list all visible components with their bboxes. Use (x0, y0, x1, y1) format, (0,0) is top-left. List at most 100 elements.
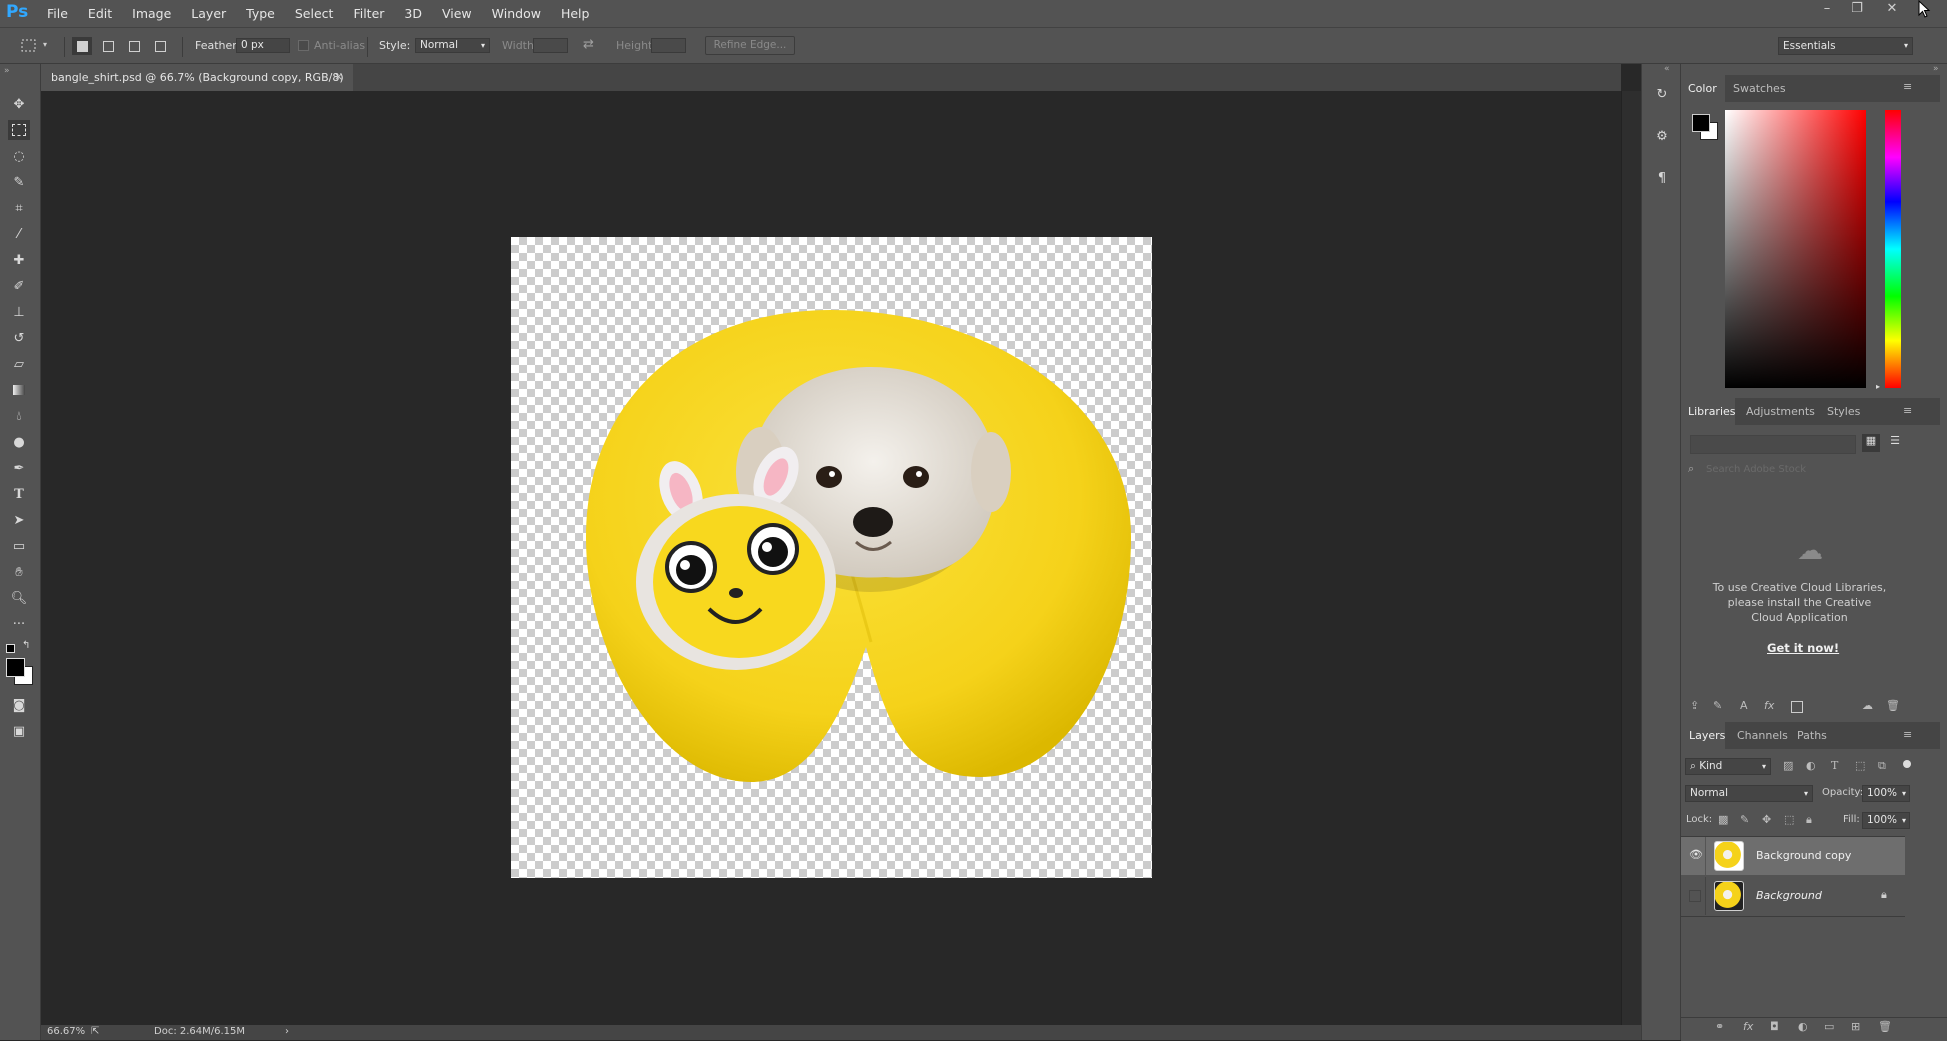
properties-panel-icon[interactable]: ⚙ (1653, 129, 1671, 147)
dodge-tool-icon[interactable]: ● (8, 432, 30, 452)
menu-view[interactable]: View (442, 6, 472, 21)
foreground-color-swatch[interactable] (6, 658, 25, 677)
color-foreground-swatch[interactable] (1692, 114, 1710, 132)
layer-row[interactable]: 👁︎ Background copy (1681, 837, 1905, 875)
menu-window[interactable]: Window (492, 6, 541, 21)
filter-type-icon[interactable]: T (1831, 759, 1838, 772)
stock-search-input[interactable]: Search Adobe Stock (1706, 464, 1806, 475)
export-icon[interactable]: ⇱ (91, 1026, 99, 1037)
feather-input[interactable]: 0 px (236, 38, 290, 53)
hue-slider[interactable] (1885, 110, 1901, 388)
filter-adjustment-icon[interactable]: ◐ (1806, 759, 1816, 772)
close-window-button[interactable]: ✕ (1878, 1, 1906, 19)
get-it-now-link[interactable]: Get it now! (1767, 641, 1839, 655)
layer-name[interactable]: Background (1756, 889, 1822, 902)
library-select[interactable] (1690, 435, 1856, 454)
blend-mode-select[interactable]: Normal ▾ (1685, 785, 1813, 802)
delete-layer-icon[interactable]: 🗑︎ (1878, 1020, 1892, 1033)
crop-tool-icon[interactable]: ⌗ (8, 198, 30, 218)
lock-image-pixels-icon[interactable]: ✎ (1740, 813, 1749, 826)
marquee-preset-icon[interactable] (20, 38, 38, 54)
add-to-selection-button[interactable] (98, 37, 118, 55)
panel-menu-icon[interactable]: ≡ (1903, 728, 1912, 741)
menu-select[interactable]: Select (295, 6, 334, 21)
lock-position-icon[interactable]: ✥ (1762, 813, 1771, 826)
history-panel-icon[interactable]: ↻ (1653, 87, 1671, 105)
chevron-down-icon[interactable]: ▾ (43, 40, 47, 49)
zoom-level[interactable]: 66.67% (47, 1026, 85, 1037)
menu-layer[interactable]: Layer (191, 6, 226, 21)
panel-menu-icon[interactable]: ≡ (1903, 80, 1912, 93)
upload-icon[interactable]: ⇪ (1690, 699, 1699, 712)
pen-tool-icon[interactable]: ✒ (8, 458, 30, 478)
healing-brush-tool-icon[interactable]: ✚ (8, 250, 30, 270)
tab-adjustments[interactable]: Adjustments (1746, 405, 1815, 418)
grid-view-icon[interactable]: ▦ (1862, 434, 1880, 452)
menu-help[interactable]: Help (561, 6, 590, 21)
collapse-dock-icon[interactable]: » (1933, 64, 1939, 74)
filter-toggle-icon[interactable] (1903, 760, 1911, 768)
list-view-icon[interactable]: ☰ (1886, 434, 1904, 452)
document-tab[interactable]: bangle_shirt.psd @ 66.7% (Background cop… (41, 64, 353, 91)
close-document-icon[interactable]: × (334, 70, 343, 83)
hue-slider-handle-icon[interactable]: ▸ (1876, 382, 1880, 391)
add-graphic-icon[interactable]: ✎ (1713, 699, 1722, 712)
move-tool-icon[interactable]: ✥ (8, 94, 30, 114)
tab-swatches[interactable]: Swatches (1733, 82, 1786, 95)
visibility-toggle[interactable] (1689, 890, 1701, 902)
layer-filter-select[interactable]: ⌕ Kind ▾ (1685, 758, 1771, 775)
delete-library-icon[interactable]: 🗑︎ (1886, 699, 1900, 712)
new-selection-button[interactable] (72, 37, 92, 55)
visibility-eye-icon[interactable]: 👁︎ (1689, 848, 1703, 861)
add-mask-icon[interactable]: ◘ (1770, 1020, 1779, 1033)
filter-smart-object-icon[interactable]: ⧉ (1878, 759, 1886, 773)
vertical-scrollbar[interactable] (1621, 91, 1642, 1025)
eyedropper-tool-icon[interactable]: ⁄ (8, 224, 30, 244)
filter-pixel-icon[interactable]: ▨ (1783, 759, 1793, 772)
refine-edge-button[interactable]: Refine Edge... (705, 36, 795, 55)
quick-mask-icon[interactable]: ◙ (8, 695, 30, 715)
eraser-tool-icon[interactable]: ▱ (8, 354, 30, 374)
subtract-from-selection-button[interactable] (124, 37, 144, 55)
tab-layers[interactable]: Layers (1689, 729, 1725, 742)
layer-name[interactable]: Background copy (1756, 849, 1851, 862)
clone-stamp-tool-icon[interactable]: ⊥ (8, 302, 30, 322)
rectangle-tool-icon[interactable]: ▭ (8, 536, 30, 556)
history-brush-tool-icon[interactable]: ↺ (8, 328, 30, 348)
width-input[interactable] (533, 38, 568, 53)
type-tool-icon[interactable]: T (8, 484, 30, 504)
lock-transparent-pixels-icon[interactable]: ▩ (1718, 813, 1728, 826)
fill-input[interactable]: 100% ▾ (1862, 812, 1910, 829)
lasso-tool-icon[interactable]: ◌ (8, 146, 30, 166)
cloud-sync-icon[interactable]: ☁ (1862, 699, 1873, 712)
tab-channels[interactable]: Channels (1737, 729, 1788, 742)
menu-type[interactable]: Type (246, 6, 275, 21)
menu-file[interactable]: File (47, 6, 68, 21)
gradient-tool-icon[interactable] (8, 380, 30, 400)
minimize-button[interactable]: – (1813, 1, 1841, 19)
rectangular-marquee-tool-icon[interactable] (8, 120, 30, 140)
link-layers-icon[interactable]: ⚭ (1715, 1020, 1724, 1033)
swap-colors-icon[interactable]: ↰ (22, 640, 30, 651)
filter-shape-icon[interactable]: ⬚ (1855, 759, 1865, 772)
brush-tool-icon[interactable]: ✐ (8, 276, 30, 296)
document-canvas[interactable] (511, 237, 1152, 878)
menu-edit[interactable]: Edit (88, 6, 112, 21)
height-input[interactable] (651, 38, 686, 53)
new-layer-icon[interactable]: ⊞ (1851, 1020, 1860, 1033)
hand-tool-icon[interactable]: ✋︎ (8, 562, 30, 582)
more-tools-icon[interactable]: ··· (8, 614, 30, 634)
path-selection-tool-icon[interactable]: ➤ (8, 510, 30, 530)
menu-3d[interactable]: 3D (404, 6, 422, 21)
blur-tool-icon[interactable]: 💧︎ (8, 406, 30, 426)
panel-menu-icon[interactable]: ≡ (1903, 404, 1912, 417)
lock-artboard-icon[interactable]: ⬚ (1784, 813, 1794, 826)
status-menu-arrow-icon[interactable]: › (285, 1026, 289, 1037)
tab-color[interactable]: Color (1688, 82, 1717, 95)
add-layer-style-icon[interactable]: fx (1764, 699, 1774, 712)
new-group-icon[interactable]: ▭ (1824, 1020, 1834, 1033)
tab-libraries[interactable]: Libraries (1688, 405, 1736, 418)
zoom-tool-icon[interactable]: 🔍︎ (8, 588, 30, 608)
add-text-style-icon[interactable]: A (1740, 699, 1748, 712)
tab-paths[interactable]: Paths (1797, 729, 1827, 742)
